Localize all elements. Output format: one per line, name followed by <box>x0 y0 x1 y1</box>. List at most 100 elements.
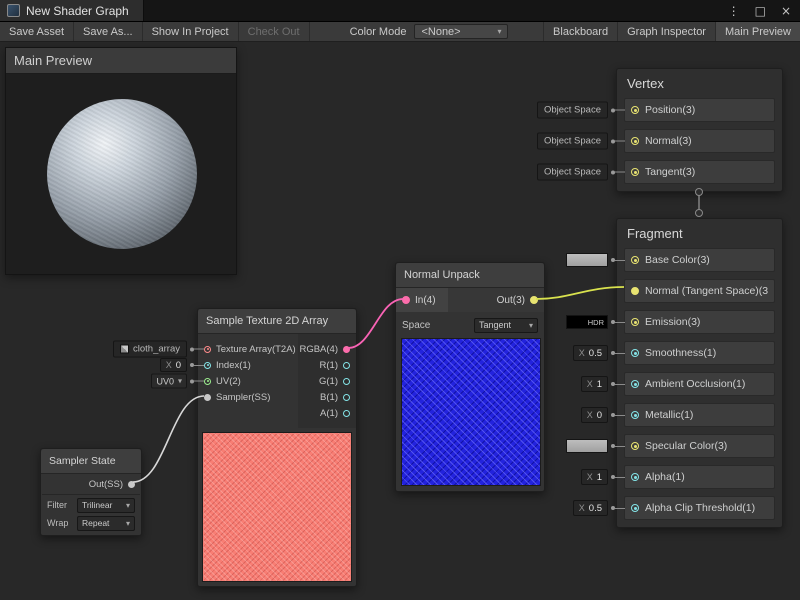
output-g[interactable]: G(1) <box>298 374 350 388</box>
fragment-row-normal[interactable]: Normal (Tangent Space)(3) <box>624 279 775 303</box>
port-rgba-icon[interactable] <box>343 346 350 353</box>
graph-canvas[interactable]: Main Preview Vertex Position(3) Object S… <box>0 42 800 600</box>
output-a[interactable]: A(1) <box>298 406 350 420</box>
graph-tab[interactable]: New Shader Graph <box>0 0 144 21</box>
input-in4[interactable]: In(4) <box>396 288 448 312</box>
save-asset-button[interactable]: Save Asset <box>0 22 74 41</box>
port-label: RGBA(4) <box>299 344 338 355</box>
float-field[interactable]: X0 <box>581 407 608 423</box>
vertex-row-tangent[interactable]: Tangent(3) Object Space <box>624 160 775 184</box>
port-alpha-clip-icon[interactable] <box>631 504 639 512</box>
sampler-state-node[interactable]: Sampler State Out(SS) Filter Trilinear ▾… <box>40 448 142 536</box>
filter-dropdown[interactable]: Trilinear ▾ <box>77 498 135 513</box>
port-smoothness-icon[interactable] <box>631 349 639 357</box>
port-in4-icon[interactable] <box>402 296 410 304</box>
port-alpha-icon[interactable] <box>631 473 639 481</box>
output-rgba[interactable]: RGBA(4) <box>298 342 350 356</box>
window-titlebar: New Shader Graph ⋮ □ × <box>0 0 800 22</box>
vertex-row-position[interactable]: Position(3) Object Space <box>624 98 775 122</box>
shader-preview-sphere[interactable] <box>47 99 197 249</box>
color-swatch[interactable] <box>566 439 608 453</box>
space-dropdown[interactable]: Object Space <box>537 102 608 119</box>
show-in-project-button[interactable]: Show In Project <box>143 22 239 41</box>
port-out-ss-icon[interactable] <box>128 481 135 488</box>
ambient-occlusion-widget: X1 <box>581 376 625 392</box>
color-swatch[interactable] <box>566 253 608 267</box>
main-preview-toggle[interactable]: Main Preview <box>715 22 800 41</box>
row-label: Alpha(1) <box>645 471 685 483</box>
output-out-ss[interactable]: Out(SS) <box>41 474 141 494</box>
wrap-dropdown[interactable]: Repeat ▾ <box>77 516 135 531</box>
graph-inspector-toggle[interactable]: Graph Inspector <box>617 22 715 41</box>
output-b[interactable]: B(1) <box>298 390 350 404</box>
fragment-row-ambient-occlusion[interactable]: Ambient Occlusion(1) X1 <box>624 372 775 396</box>
menu-icon[interactable]: ⋮ <box>728 4 740 18</box>
float-field[interactable]: X1 <box>581 376 608 392</box>
port-label: G(1) <box>319 376 338 387</box>
port-out3-icon[interactable] <box>530 296 538 304</box>
texture-object-field[interactable]: cloth_array <box>113 341 187 358</box>
widget-connector <box>194 381 204 382</box>
widget-connector <box>194 365 204 366</box>
main-preview-panel[interactable]: Main Preview <box>5 47 237 275</box>
wire-out3-to-normal[interactable] <box>536 287 624 299</box>
port-label: R(1) <box>320 360 338 371</box>
port-sampler-icon[interactable] <box>204 394 211 401</box>
save-as-button[interactable]: Save As... <box>74 22 143 41</box>
float-field[interactable]: X1 <box>581 469 608 485</box>
wire-samplerstate-to-sampler[interactable] <box>133 396 204 482</box>
unpack-space-row: Space Tangent ▾ <box>396 312 544 338</box>
space-dropdown[interactable]: Tangent ▾ <box>474 318 538 333</box>
widget-connector <box>615 384 625 385</box>
space-dropdown[interactable]: Object Space <box>537 164 608 181</box>
fragment-row-alpha-clip-threshold[interactable]: Alpha Clip Threshold(1) X0.5 <box>624 496 775 520</box>
port-g-icon[interactable] <box>343 378 350 385</box>
fragment-row-smoothness[interactable]: Smoothness(1) X0.5 <box>624 341 775 365</box>
vertex-row-normal[interactable]: Normal(3) Object Space <box>624 129 775 153</box>
chevron-down-icon: ▾ <box>178 377 182 386</box>
color-mode-dropdown[interactable]: <None> ▾ <box>414 24 508 39</box>
fragment-row-alpha[interactable]: Alpha(1) X1 <box>624 465 775 489</box>
space-dropdown[interactable]: Object Space <box>537 133 608 150</box>
vertex-node[interactable]: Vertex Position(3) Object Space Normal(3… <box>616 68 783 192</box>
port-index-icon[interactable] <box>204 362 211 369</box>
row-label: Base Color(3) <box>645 254 710 266</box>
hdr-color-field[interactable]: HDR <box>566 315 608 329</box>
port-texture-array-icon[interactable] <box>204 346 211 353</box>
fragment-row-emission[interactable]: Emission(3) HDR <box>624 310 775 334</box>
port-tangent-icon[interactable] <box>631 168 639 176</box>
port-metallic-icon[interactable] <box>631 411 639 419</box>
port-emission-icon[interactable] <box>631 318 639 326</box>
port-r-icon[interactable] <box>343 362 350 369</box>
port-uv-icon[interactable] <box>204 378 211 385</box>
float-field[interactable]: X0.5 <box>573 500 608 516</box>
fragment-row-metallic[interactable]: Metallic(1) X0 <box>624 403 775 427</box>
port-base-color-icon[interactable] <box>631 256 639 264</box>
widget-connector <box>615 415 625 416</box>
normal-unpack-node[interactable]: Normal Unpack In(4) Out(3) Space Tangent… <box>395 262 545 492</box>
sample-texture-2d-array-node[interactable]: Sample Texture 2D Array Texture Array(T2… <box>197 308 357 587</box>
maximize-icon[interactable]: □ <box>755 4 766 18</box>
port-a-icon[interactable] <box>343 410 350 417</box>
main-preview-header[interactable]: Main Preview <box>6 48 236 74</box>
uv-channel-dropdown[interactable]: UV0▾ <box>151 374 187 389</box>
port-ambient-occlusion-icon[interactable] <box>631 380 639 388</box>
port-specular-color-icon[interactable] <box>631 442 639 450</box>
fragment-node[interactable]: Fragment Base Color(3) Normal (Tangent S… <box>616 218 783 528</box>
texture-name: cloth_array <box>133 344 180 355</box>
fragment-row-base-color[interactable]: Base Color(3) <box>624 248 775 272</box>
output-out3[interactable]: Out(3) <box>497 295 544 306</box>
port-position-icon[interactable] <box>631 106 639 114</box>
port-normal-icon[interactable] <box>631 137 639 145</box>
port-normal-icon[interactable] <box>631 287 639 295</box>
float-field[interactable]: X0 <box>160 358 187 372</box>
fragment-row-specular-color[interactable]: Specular Color(3) <box>624 434 775 458</box>
row-label: Specular Color(3) <box>645 440 727 452</box>
close-icon[interactable]: × <box>781 4 791 18</box>
port-b-icon[interactable] <box>343 394 350 401</box>
float-field[interactable]: X0.5 <box>573 345 608 361</box>
output-r[interactable]: R(1) <box>298 358 350 372</box>
widget-connector <box>615 172 625 173</box>
blackboard-toggle[interactable]: Blackboard <box>543 22 617 41</box>
sampler-node-title: Sampler State <box>41 449 141 474</box>
